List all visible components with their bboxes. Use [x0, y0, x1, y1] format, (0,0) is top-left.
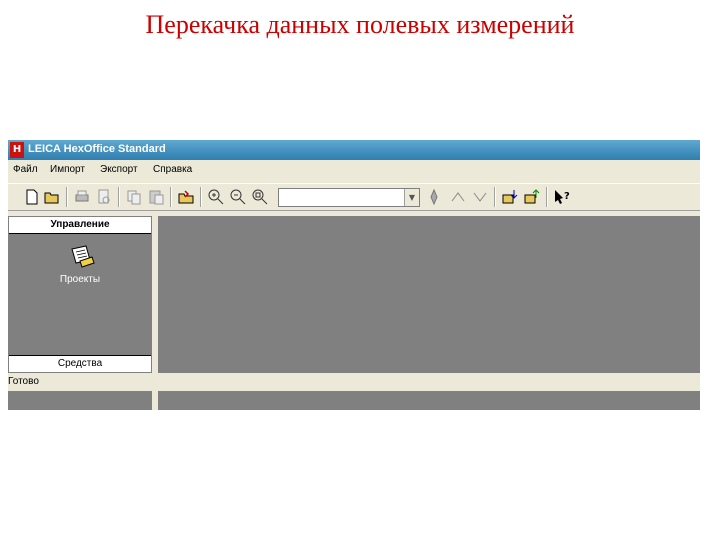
toolbar-separator	[546, 187, 548, 207]
menu-export[interactable]: Экспорт	[100, 164, 138, 175]
toolbar: ▼ ?	[8, 183, 700, 211]
menu-import[interactable]: Импорт	[50, 164, 85, 175]
projects-label[interactable]: Проекты	[8, 274, 152, 285]
selection-combo[interactable]: ▼	[278, 188, 420, 207]
print-icon[interactable]	[72, 187, 92, 207]
zoom-out-icon[interactable]	[228, 187, 248, 207]
projects-icon[interactable]	[66, 243, 96, 273]
app-window: H LEICA HexOffice Standard Файл Импорт Э…	[8, 140, 700, 410]
panel-header[interactable]: Управление	[9, 217, 151, 234]
slide-title: Перекачка данных полевых измерений	[145, 10, 575, 39]
window-title: LEICA HexOffice Standard	[28, 143, 166, 155]
measure-alt-icon[interactable]	[470, 187, 490, 207]
tools-tab[interactable]: Средства	[9, 355, 151, 372]
transfer-in-icon[interactable]	[500, 187, 520, 207]
print-preview-icon[interactable]	[94, 187, 114, 207]
toolbar-separator	[118, 187, 120, 207]
chevron-down-icon[interactable]: ▼	[404, 189, 419, 206]
menu-file[interactable]: Файл	[13, 164, 38, 175]
status-bar: Готово	[8, 376, 39, 387]
main-workspace	[158, 216, 700, 373]
zoom-fit-icon[interactable]	[250, 187, 270, 207]
help-icon[interactable]: ?	[552, 187, 572, 207]
window-titlebar[interactable]: H LEICA HexOffice Standard	[8, 140, 700, 160]
zoom-in-icon[interactable]	[206, 187, 226, 207]
toolbar-separator	[200, 187, 202, 207]
menu-help[interactable]: Справка	[153, 164, 192, 175]
new-icon[interactable]	[22, 187, 42, 207]
toolbar-separator	[494, 187, 496, 207]
management-panel: Управление Проекты Средства	[8, 216, 152, 373]
bottom-strip-right	[158, 391, 700, 410]
app-logo-icon: H	[10, 142, 24, 158]
toolbar-separator	[66, 187, 68, 207]
transfer-out-icon[interactable]	[522, 187, 542, 207]
open-icon[interactable]	[42, 187, 62, 207]
menu-bar: Файл Импорт Экспорт Справка	[8, 162, 700, 180]
measure-icon[interactable]	[448, 187, 468, 207]
toolbar-separator	[170, 187, 172, 207]
navigate-icon[interactable]	[424, 187, 444, 207]
bottom-strip-left	[8, 391, 152, 410]
svg-text:?: ?	[564, 191, 570, 202]
copy-icon[interactable]	[124, 187, 144, 207]
import-folder-icon[interactable]	[176, 187, 196, 207]
paste-icon[interactable]	[146, 187, 166, 207]
